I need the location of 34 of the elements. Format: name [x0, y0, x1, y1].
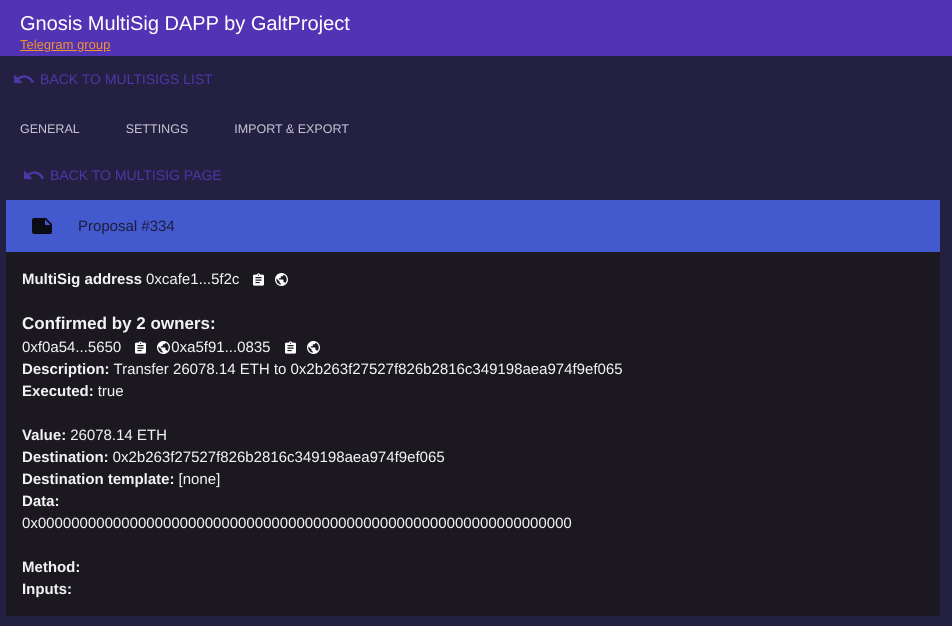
globe-icon[interactable]	[275, 272, 288, 286]
field-label: Destination template:	[22, 470, 175, 488]
telegram-link[interactable]: Telegram group	[20, 36, 110, 54]
clipboard-icon[interactable]	[284, 340, 296, 354]
address-value: 0xcafe1...5f2c	[146, 270, 240, 288]
tab[interactable]: IMPORT & EXPORT	[234, 116, 349, 142]
field-label: Description:	[22, 360, 110, 378]
app-title: Gnosis MultiSig DAPP by GaltProject	[20, 12, 350, 36]
field-value: 0x0000000000000000000000000000000000000000000000000000000000000000	[22, 514, 572, 532]
clipboard-icon[interactable]	[253, 272, 264, 286]
field-label: Inputs:	[22, 580, 72, 598]
field-label: Value:	[22, 426, 66, 444]
owner-address: 0xf0a54...5650	[22, 338, 122, 356]
field-value: 26078.14 ETH	[70, 426, 167, 444]
field-value: true	[98, 382, 124, 400]
globe-icon[interactable]	[157, 340, 170, 354]
globe-icon[interactable]	[306, 340, 320, 354]
field-label: MultiSig address	[22, 270, 142, 288]
curved-arrow-icon	[24, 170, 44, 180]
field-value: [none]	[178, 470, 220, 488]
tab[interactable]: GENERAL	[20, 116, 80, 142]
document-icon	[32, 218, 52, 234]
field-label: Destination:	[22, 448, 109, 466]
tab[interactable]: SETTINGS	[126, 116, 188, 142]
field-label: Executed:	[22, 382, 94, 400]
field-label: Data:	[22, 492, 60, 510]
owner-address: 0xa5f91...0835	[171, 338, 271, 356]
clipboard-icon[interactable]	[135, 340, 146, 354]
field-value: 0x2b263f27527f826b2816c349198aea974f9ef065	[112, 448, 445, 466]
field-label: Method:	[22, 558, 80, 576]
curved-arrow-icon	[14, 74, 34, 84]
confirmed-heading: Confirmed by 2 owners:	[22, 313, 216, 335]
proposal-title: Proposal #334	[78, 218, 175, 234]
field-value: Transfer 26078.14 ETH to 0x2b263f27527f826b2816c349198aea974f9ef065	[114, 360, 623, 378]
